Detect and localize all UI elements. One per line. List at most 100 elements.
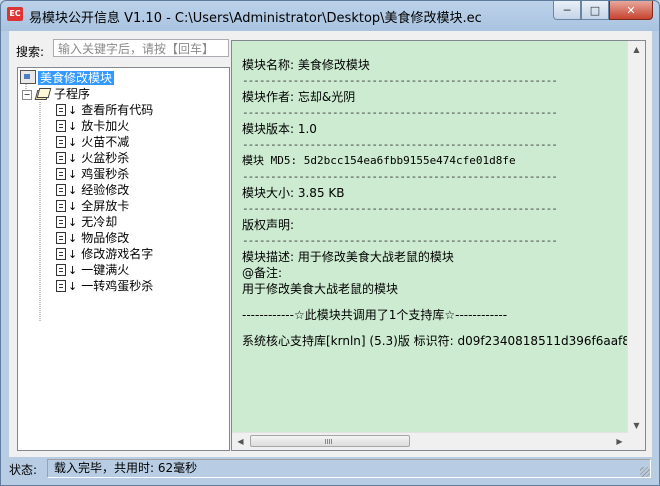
- arrow-down-icon: ↓: [68, 152, 78, 165]
- arrow-down-icon: ↓: [68, 136, 78, 149]
- scroll-corner: [628, 433, 645, 450]
- minimize-button[interactable]: ─: [553, 1, 581, 20]
- module-md5: 模块 MD5: 5d2bcc154ea6fbb9155e474cfe01d8fe: [242, 154, 516, 167]
- tree-item[interactable]: ↓ 全屏放卡: [56, 198, 131, 214]
- separator: ----------------------------------------…: [242, 202, 558, 215]
- tree-item[interactable]: ↓ 一转鸡蛋秒杀: [56, 278, 155, 294]
- scroll-left-icon[interactable]: ◀: [232, 433, 249, 450]
- search-label: 搜索:: [16, 45, 45, 59]
- tree-item-label: 火盆秒杀: [81, 151, 130, 165]
- support-lib-header: ------------☆此模块共调用了1个支持库☆------------: [242, 308, 508, 322]
- tree-item-label: 无冷却: [81, 215, 118, 229]
- tree-item-label: 查看所有代码: [81, 103, 154, 117]
- tree-root-label: 美食修改模块: [38, 71, 115, 85]
- tree-root[interactable]: 美食修改模块: [20, 70, 115, 86]
- tree-item[interactable]: ↓ 物品修改: [56, 230, 131, 246]
- tree-item-label: 一键满火: [81, 263, 130, 277]
- vertical-scrollbar[interactable]: ▲ ▼: [627, 41, 645, 434]
- status-label: 状态:: [9, 463, 38, 477]
- status-bar: 状态: 载入完毕，共用时: 62毫秒: [9, 459, 652, 479]
- collapse-icon[interactable]: −: [22, 90, 32, 100]
- arrow-down-icon: ↓: [68, 248, 78, 261]
- tree-item-label: 全屏放卡: [81, 199, 130, 213]
- module-author: 模块作者: 忘却&光阴: [242, 90, 356, 104]
- search-input[interactable]: 输入关键字后，请按【回车】: [53, 39, 229, 57]
- horizontal-scrollbar[interactable]: ◀ ▶: [232, 432, 628, 450]
- client-area: 搜索: 输入关键字后，请按【回车】 美食修改模块 − 子程序 ↓ 查看所有代码 ↓ 放卡…: [9, 31, 652, 457]
- subroutine-icon: [56, 152, 66, 164]
- subroutine-icon: [56, 248, 66, 260]
- module-description: 模块描述: 用于修改美食大战老鼠的模块: [242, 250, 454, 264]
- module-note-label: @备注:: [242, 266, 283, 280]
- app-icon: EC: [7, 7, 23, 21]
- arrow-down-icon: ↓: [68, 232, 78, 245]
- subroutine-icon: [56, 136, 66, 148]
- detail-panel[interactable]: 模块名称: 美食修改模块 ---------------------------…: [231, 40, 646, 451]
- subroutine-icon: [56, 280, 66, 292]
- title-bar[interactable]: EC 易模块公开信息 V1.10 - C:\Users\Administrato…: [1, 1, 659, 31]
- arrow-down-icon: ↓: [68, 168, 78, 181]
- tree-item-label: 物品修改: [81, 231, 130, 245]
- tree-item[interactable]: ↓ 修改游戏名字: [56, 246, 155, 262]
- support-lib-line: 系统核心支持库[krnln] (5.3)版 标识符: d09f234081851…: [242, 334, 627, 348]
- subroutine-icon: [56, 200, 66, 212]
- tree-item[interactable]: ↓ 一键满火: [56, 262, 131, 278]
- maximize-button[interactable]: □: [581, 1, 609, 20]
- module-note-text: 用于修改美食大战老鼠的模块: [242, 282, 399, 296]
- subroutine-icon: [56, 216, 66, 228]
- arrow-down-icon: ↓: [68, 184, 78, 197]
- status-text: 载入完毕，共用时: 62毫秒: [47, 459, 651, 478]
- arrow-down-icon: ↓: [68, 264, 78, 277]
- window-title: 易模块公开信息 V1.10 - C:\Users\Administrator\D…: [29, 11, 482, 26]
- minimize-icon: ─: [563, 3, 571, 17]
- scroll-right-icon[interactable]: ▶: [611, 433, 628, 450]
- scroll-down-icon[interactable]: ▼: [628, 417, 645, 434]
- arrow-down-icon: ↓: [68, 104, 78, 117]
- caption-buttons: ─ □ ✕: [553, 1, 653, 21]
- arrow-down-icon: ↓: [68, 200, 78, 213]
- module-icon: [20, 70, 36, 84]
- tree-item-label: 鸡蛋秒杀: [81, 167, 130, 181]
- main-window: EC 易模块公开信息 V1.10 - C:\Users\Administrato…: [0, 0, 660, 486]
- tree-item[interactable]: ↓ 火苗不减: [56, 134, 131, 150]
- close-button[interactable]: ✕: [609, 1, 653, 20]
- subroutine-icon: [56, 232, 66, 244]
- resize-grip-icon[interactable]: [640, 467, 650, 477]
- scroll-up-icon[interactable]: ▲: [628, 41, 645, 58]
- module-version: 模块版本: 1.0: [242, 122, 317, 136]
- close-icon: ✕: [626, 3, 636, 17]
- tree-folder-subroutines[interactable]: − 子程序: [22, 86, 92, 102]
- tree-folder-label: 子程序: [54, 87, 91, 101]
- module-tree[interactable]: 美食修改模块 − 子程序 ↓ 查看所有代码 ↓ 放卡加火 ↓ 火苗不减 ↓ 火盆秒杀 ↓ 鸡蛋秒杀 ↓…: [17, 67, 230, 451]
- tree-item-label: 放卡加火: [81, 119, 130, 133]
- tree-item-label: 经验修改: [81, 183, 130, 197]
- separator: ----------------------------------------…: [242, 106, 558, 119]
- folder-icon: [35, 88, 49, 100]
- subroutine-icon: [56, 120, 66, 132]
- tree-item[interactable]: ↓ 无冷却: [56, 214, 119, 230]
- arrow-down-icon: ↓: [68, 280, 78, 293]
- tree-item-label: 一转鸡蛋秒杀: [81, 279, 154, 293]
- tree-item[interactable]: ↓ 放卡加火: [56, 118, 131, 134]
- subroutine-icon: [56, 184, 66, 196]
- arrow-down-icon: ↓: [68, 120, 78, 133]
- subroutine-icon: [56, 264, 66, 276]
- subroutine-icon: [56, 168, 66, 180]
- horizontal-scroll-thumb[interactable]: [250, 435, 410, 447]
- module-size: 模块大小: 3.85 KB: [242, 186, 345, 200]
- detail-text[interactable]: 模块名称: 美食修改模块 ---------------------------…: [242, 47, 627, 349]
- separator: ----------------------------------------…: [242, 74, 558, 87]
- module-copyright: 版权声明:: [242, 218, 295, 232]
- tree-item[interactable]: ↓ 查看所有代码: [56, 102, 155, 118]
- subroutine-icon: [56, 104, 66, 116]
- module-name: 模块名称: 美食修改模块: [242, 58, 370, 72]
- tree-item-label: 火苗不减: [81, 135, 130, 149]
- separator: ----------------------------------------…: [242, 234, 558, 247]
- separator: ----------------------------------------…: [242, 138, 558, 151]
- separator: ----------------------------------------…: [242, 170, 558, 183]
- maximize-icon: □: [589, 3, 601, 17]
- tree-item[interactable]: ↓ 火盆秒杀: [56, 150, 131, 166]
- tree-item[interactable]: ↓ 经验修改: [56, 182, 131, 198]
- tree-item-label: 修改游戏名字: [81, 247, 154, 261]
- tree-item[interactable]: ↓ 鸡蛋秒杀: [56, 166, 131, 182]
